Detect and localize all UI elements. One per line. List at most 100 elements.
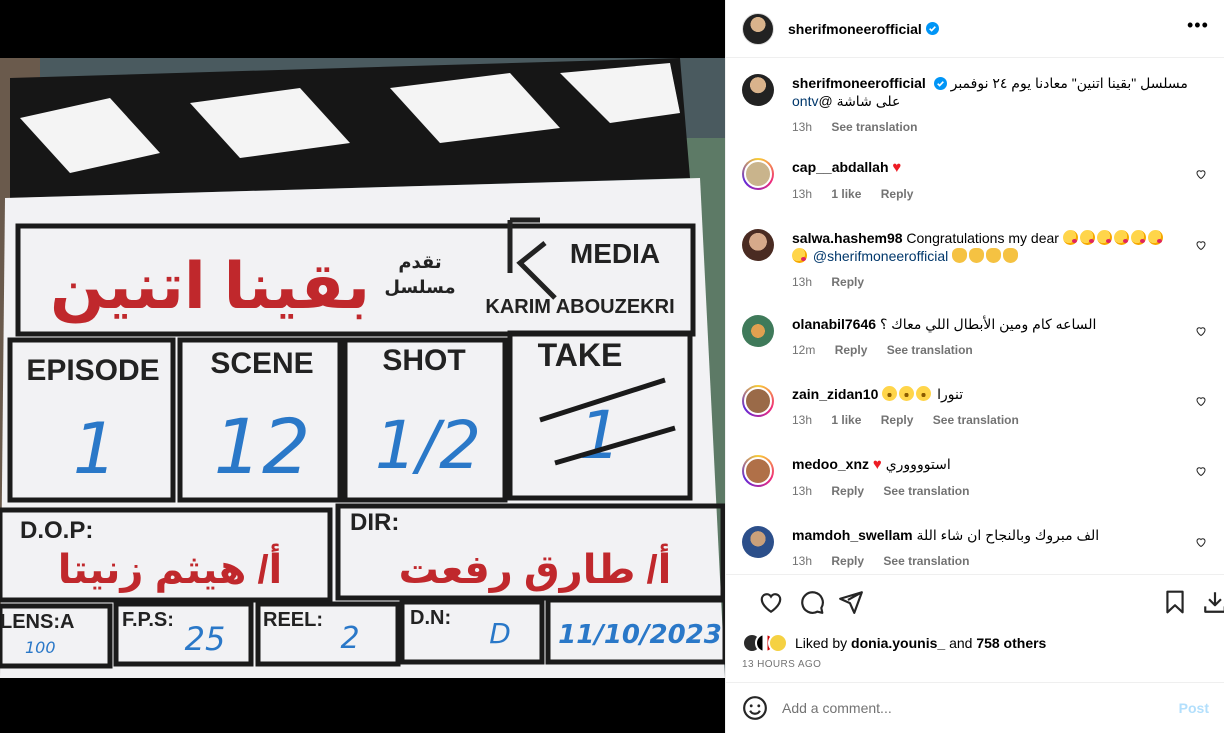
reply-button[interactable]: Reply [831, 275, 864, 289]
like-comment-heart-icon[interactable] [1195, 536, 1207, 548]
post-media[interactable]: بقينا اتنين تقدم مسلسل MEDIA KARIM ABOUZ… [0, 0, 725, 733]
clapper-col-take: TAKE [538, 337, 623, 373]
reply-button[interactable]: Reply [831, 554, 864, 568]
clapper-val-episode: 1 [73, 408, 118, 490]
comment-text: تنورا [937, 386, 964, 402]
clapper-dop-label: D.O.P: [20, 517, 93, 544]
liker-avatar [768, 633, 788, 653]
comment-username[interactable]: zain_zidan10 [792, 386, 878, 402]
post-timestamp[interactable]: 13 HOURS AGO [742, 659, 1209, 670]
caption-username[interactable]: sherifmoneerofficial [792, 75, 926, 91]
reply-button[interactable]: Reply [831, 484, 864, 498]
clapperboard-graphic: بقينا اتنين تقدم مسلسل MEDIA KARIM ABOUZ… [0, 58, 725, 678]
clapper-val-take: 1 [579, 397, 621, 474]
verified-badge-icon [925, 22, 939, 35]
save-bookmark-icon[interactable] [1162, 589, 1188, 615]
clapper-fps-label: F.P.S: [122, 609, 174, 631]
clapper-lens-val: 100 [25, 638, 56, 657]
post-side-panel: sherifmoneerofficial ••• sherifmoneeroff… [725, 0, 1224, 733]
comment-time[interactable]: 13h [792, 484, 812, 498]
post-actions: Liked by donia.younis_ and 758 others 13… [726, 574, 1224, 670]
comment-bubble-icon[interactable] [799, 589, 825, 615]
emoji-smiley-icon[interactable] [742, 695, 768, 721]
comment-item: salwa.hashem98 Congratulations my dear @… [742, 229, 1209, 291]
comment-time[interactable]: 13h [792, 554, 812, 568]
like-comment-heart-icon[interactable] [1195, 325, 1207, 337]
clapper-presents-1: تقدم [398, 252, 441, 272]
see-translation-button[interactable]: See translation [883, 484, 969, 498]
like-comment-heart-icon[interactable] [1195, 465, 1207, 477]
see-translation-button[interactable]: See translation [887, 343, 973, 357]
liker-username[interactable]: donia.younis_ [851, 635, 945, 651]
clapper-dir-label: DIR: [350, 509, 399, 536]
author-username[interactable]: sherifmoneerofficial [788, 21, 922, 37]
comment-username[interactable]: salwa.hashem98 [792, 230, 903, 246]
reply-button[interactable]: Reply [881, 413, 914, 427]
clapper-date: 11/10/2023 [558, 620, 722, 650]
see-translation-button[interactable]: See translation [831, 120, 917, 134]
red-heart-emoji: ♥ [872, 456, 882, 473]
reply-button[interactable]: Reply [881, 187, 914, 201]
commenter-avatar[interactable] [742, 385, 774, 417]
comment-time[interactable]: 13h [792, 187, 812, 201]
more-options-icon[interactable]: ••• [1187, 16, 1208, 38]
author-avatar[interactable] [742, 74, 774, 106]
comment-username[interactable]: cap__abdallah [792, 159, 889, 175]
comment-time[interactable]: 13h [792, 413, 812, 427]
comment-item: zain_zidan10 تنورا 13h 1 like Reply See … [742, 385, 1209, 429]
comment-mention[interactable]: @sherifmoneerofficial [813, 248, 948, 264]
clapper-presents-2: مسلسل [384, 277, 455, 297]
likes-summary[interactable]: Liked by donia.younis_ and 758 others [742, 629, 1209, 657]
caption-text-line2: على شاشة @ [818, 93, 901, 109]
clapper-title: بقينا اتنين [50, 250, 370, 324]
comment-text: الساعه كام ومين الأبطال اللي معاك ؟ [879, 316, 1097, 332]
commenter-avatar[interactable] [742, 158, 774, 190]
see-translation-button[interactable]: See translation [883, 554, 969, 568]
comment-username[interactable]: olanabil7646 [792, 316, 876, 332]
clapperboard-photo: بقينا اتنين تقدم مسلسل MEDIA KARIM ABOUZ… [0, 58, 725, 678]
clapper-dop-name: أ/ هيثم زنيتا [58, 543, 283, 593]
caption-time[interactable]: 13h [792, 120, 812, 134]
author-avatar[interactable] [742, 12, 774, 45]
like-comment-heart-icon[interactable] [1195, 168, 1207, 180]
clapper-producer: KARIM ABOUZEKRI [485, 296, 674, 318]
commenter-avatar[interactable] [742, 315, 774, 347]
add-comment-bar: Post [726, 682, 1224, 733]
comment-username[interactable]: medoo_xnz [792, 456, 869, 472]
like-heart-icon[interactable] [758, 589, 784, 615]
see-translation-button[interactable]: See translation [933, 413, 1019, 427]
post-comment-button[interactable]: Post [1179, 700, 1209, 716]
like-comment-heart-icon[interactable] [1195, 395, 1207, 407]
download-icon[interactable] [1202, 589, 1224, 615]
comment-item: medoo_xnz ♥ استووووري 13h Reply See tran… [742, 455, 1209, 500]
comment-likes[interactable]: 1 like [831, 413, 861, 427]
comment-time[interactable]: 13h [792, 275, 812, 289]
clapper-reel-label: REEL: [263, 609, 323, 631]
commenter-avatar[interactable] [742, 455, 774, 487]
share-send-icon[interactable] [838, 589, 864, 615]
clapper-col-shot: SHOT [382, 344, 465, 377]
comment-likes[interactable]: 1 like [831, 187, 861, 201]
laugh-emoji-row [882, 386, 933, 402]
comment-time[interactable]: 12m [792, 343, 815, 357]
clapper-media-brand: MEDIA [570, 238, 660, 269]
clapper-reel-val: 2 [340, 621, 359, 656]
likes-prefix: Liked by [795, 635, 848, 651]
comment-text: استووووري [885, 456, 951, 472]
like-comment-heart-icon[interactable] [1195, 239, 1207, 251]
comment-input[interactable] [782, 700, 1179, 716]
clap-emoji-row [952, 248, 1020, 264]
comments-list[interactable]: sherifmoneerofficial مسلسل "بقينا اتنين"… [726, 58, 1224, 574]
comment-username[interactable]: mamdoh_swellam [792, 527, 913, 543]
verified-badge-icon [933, 77, 947, 90]
caption-mention[interactable]: ontv [792, 93, 818, 109]
clapper-dir-name: أ/ طارق رفعت [399, 543, 672, 593]
red-heart-emoji: ♥ [892, 159, 902, 176]
clapper-col-scene: SCENE [210, 347, 313, 380]
commenter-avatar[interactable] [742, 229, 774, 261]
likes-others-count[interactable]: 758 others [976, 635, 1046, 651]
commenter-avatar[interactable] [742, 526, 774, 558]
clapper-dn-label: D.N: [410, 607, 451, 629]
reply-button[interactable]: Reply [835, 343, 868, 357]
clapper-val-scene: 12 [214, 402, 311, 491]
